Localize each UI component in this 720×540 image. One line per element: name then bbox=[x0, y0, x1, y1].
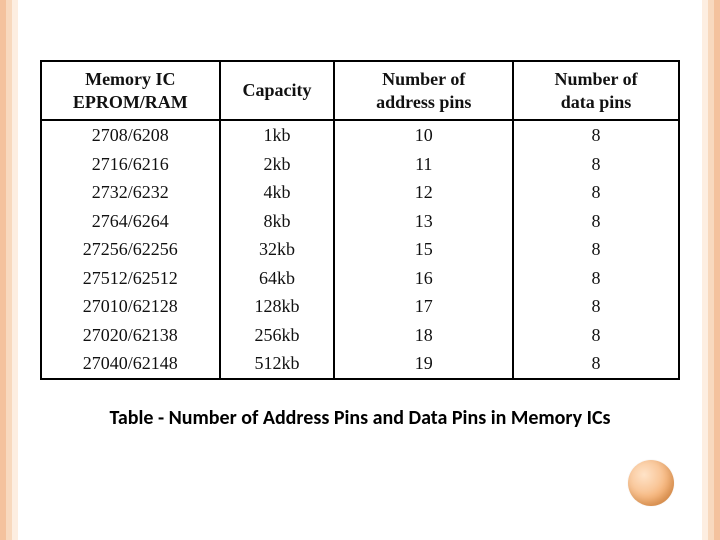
header-memory-ic: Memory IC EPROM/RAM bbox=[41, 61, 220, 120]
header-text: address pins bbox=[376, 92, 471, 112]
cell-ic: 27512/62512 bbox=[41, 264, 220, 293]
cell-cap: 512kb bbox=[220, 349, 335, 379]
decorative-circle-icon bbox=[628, 460, 674, 506]
cell-ic: 2708/6208 bbox=[41, 120, 220, 150]
cell-ic: 2764/6264 bbox=[41, 207, 220, 236]
header-address-pins: Number of address pins bbox=[334, 61, 513, 120]
header-text: Capacity bbox=[243, 80, 312, 100]
memory-ic-table: Memory IC EPROM/RAM Capacity Number of a… bbox=[40, 60, 680, 380]
cell-data: 8 bbox=[513, 120, 679, 150]
header-text: Number of bbox=[382, 69, 465, 89]
cell-data: 8 bbox=[513, 349, 679, 379]
table-row: 27040/62148 512kb 19 8 bbox=[41, 349, 679, 379]
cell-cap: 2kb bbox=[220, 150, 335, 179]
table-row: 27020/62138 256kb 18 8 bbox=[41, 321, 679, 350]
right-decorative-stripe bbox=[702, 0, 720, 540]
cell-addr: 11 bbox=[334, 150, 513, 179]
cell-ic: 27256/62256 bbox=[41, 235, 220, 264]
cell-data: 8 bbox=[513, 207, 679, 236]
cell-addr: 10 bbox=[334, 120, 513, 150]
cell-addr: 16 bbox=[334, 264, 513, 293]
cell-data: 8 bbox=[513, 321, 679, 350]
table-caption: Table - Number of Address Pins and Data … bbox=[40, 406, 680, 430]
cell-cap: 256kb bbox=[220, 321, 335, 350]
table-row: 2708/6208 1kb 10 8 bbox=[41, 120, 679, 150]
table-row: 2716/6216 2kb 11 8 bbox=[41, 150, 679, 179]
header-text: Number of bbox=[554, 69, 637, 89]
cell-ic: 2716/6216 bbox=[41, 150, 220, 179]
cell-cap: 32kb bbox=[220, 235, 335, 264]
cell-addr: 19 bbox=[334, 349, 513, 379]
header-capacity: Capacity bbox=[220, 61, 335, 120]
cell-addr: 18 bbox=[334, 321, 513, 350]
left-decorative-stripe bbox=[0, 0, 18, 540]
cell-cap: 64kb bbox=[220, 264, 335, 293]
table-row: 2732/6232 4kb 12 8 bbox=[41, 178, 679, 207]
cell-ic: 2732/6232 bbox=[41, 178, 220, 207]
cell-data: 8 bbox=[513, 292, 679, 321]
cell-data: 8 bbox=[513, 235, 679, 264]
cell-cap: 128kb bbox=[220, 292, 335, 321]
cell-addr: 15 bbox=[334, 235, 513, 264]
cell-data: 8 bbox=[513, 178, 679, 207]
cell-cap: 1kb bbox=[220, 120, 335, 150]
cell-addr: 12 bbox=[334, 178, 513, 207]
header-text: data pins bbox=[561, 92, 632, 112]
cell-data: 8 bbox=[513, 264, 679, 293]
cell-cap: 8kb bbox=[220, 207, 335, 236]
header-text: Memory IC bbox=[85, 69, 175, 89]
cell-data: 8 bbox=[513, 150, 679, 179]
cell-addr: 13 bbox=[334, 207, 513, 236]
header-text: EPROM/RAM bbox=[73, 92, 188, 112]
table-row: 2764/6264 8kb 13 8 bbox=[41, 207, 679, 236]
slide-content: Memory IC EPROM/RAM Capacity Number of a… bbox=[40, 60, 680, 430]
cell-ic: 27010/62128 bbox=[41, 292, 220, 321]
table-header-row: Memory IC EPROM/RAM Capacity Number of a… bbox=[41, 61, 679, 120]
table-row: 27010/62128 128kb 17 8 bbox=[41, 292, 679, 321]
cell-addr: 17 bbox=[334, 292, 513, 321]
header-data-pins: Number of data pins bbox=[513, 61, 679, 120]
table-row: 27512/62512 64kb 16 8 bbox=[41, 264, 679, 293]
cell-cap: 4kb bbox=[220, 178, 335, 207]
cell-ic: 27040/62148 bbox=[41, 349, 220, 379]
cell-ic: 27020/62138 bbox=[41, 321, 220, 350]
table-row: 27256/62256 32kb 15 8 bbox=[41, 235, 679, 264]
